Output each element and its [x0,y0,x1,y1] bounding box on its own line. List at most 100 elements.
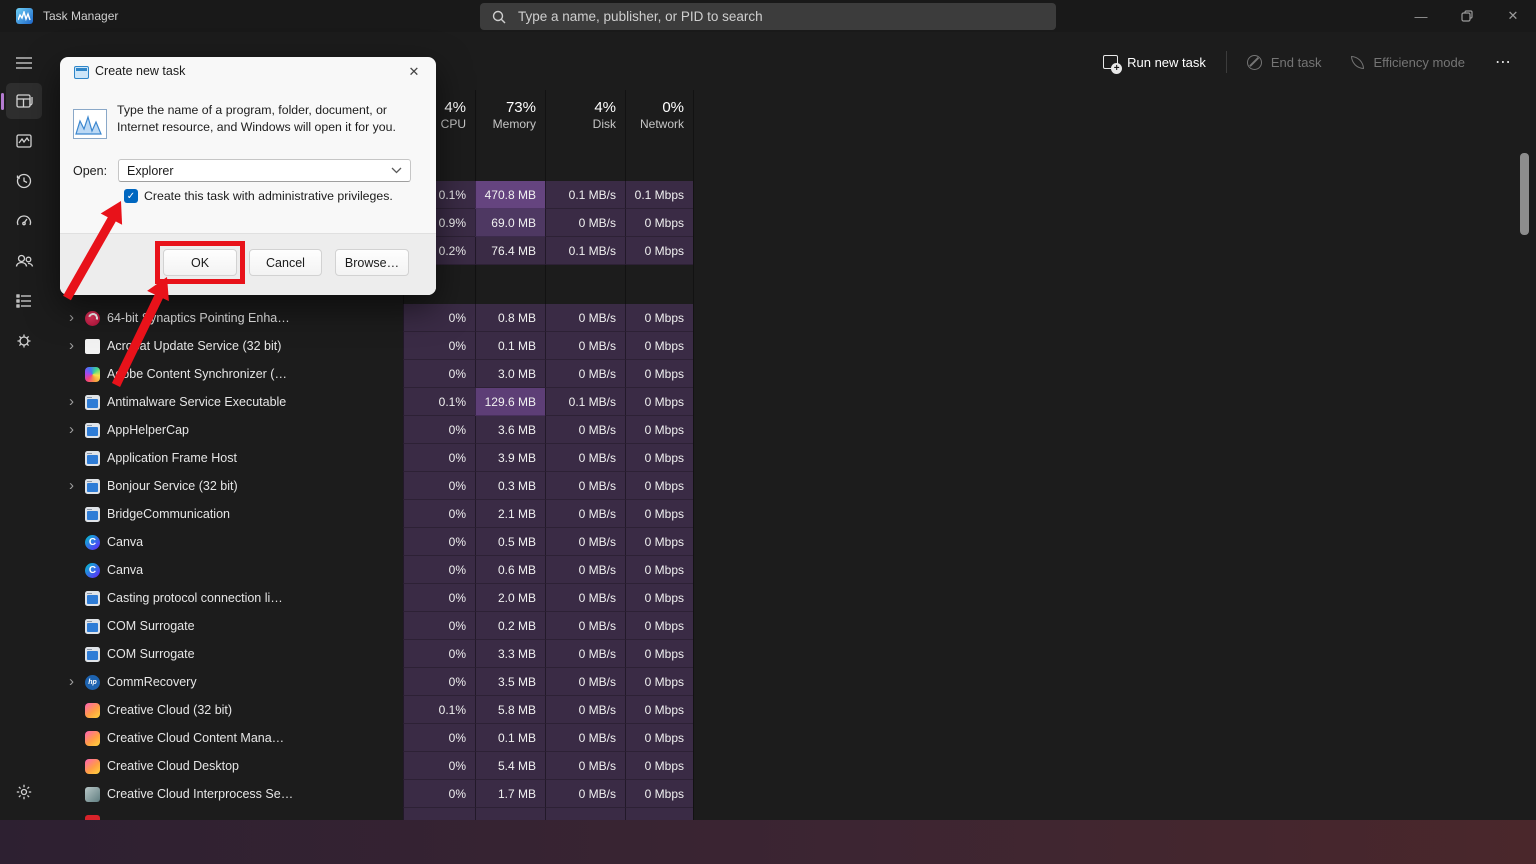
processes-icon [15,92,33,110]
canva-app-icon [85,563,100,578]
open-combobox[interactable]: Explorer [118,159,411,182]
process-name: Canva [107,535,143,549]
run-new-task-icon [1103,55,1118,69]
column-divider [693,90,694,820]
expand-chevron-icon[interactable]: › [65,332,78,360]
scrollbar-thumb[interactable] [1520,153,1529,235]
efficiency-mode-button[interactable]: Efficiency mode [1341,50,1475,75]
process-name: Creative Cloud Interprocess Se… [107,787,293,801]
expand-chevron-icon[interactable]: › [65,472,78,500]
mem-cell: 129.6 MB [475,388,545,416]
table-row[interactable]: ›AppHelperCap0%3.6 MB0 MB/s0 Mbps [60,416,693,444]
expand-chevron-icon[interactable]: › [65,416,78,444]
mem-cell: 0.6 MB [475,556,545,584]
net-cell: 0 Mbps [625,444,693,472]
dialog-window-icon [74,66,89,79]
minimize-button[interactable]: — [1398,0,1444,32]
net-cell: 0 Mbps [625,304,693,332]
window-app-icon [85,395,100,410]
sidebar-item-processes[interactable] [6,83,42,119]
disk-cell: 0 MB/s [545,612,625,640]
mem-cell: 3.3 MB [475,640,545,668]
menu-button[interactable] [6,45,42,81]
dialog-close-button[interactable]: ✕ [402,61,426,83]
mem-cell: 2.1 MB [475,500,545,528]
gear-icon [15,783,33,801]
column-header-network[interactable]: 0%Network [625,90,693,140]
more-options-button[interactable]: ⋯ [1485,47,1522,77]
net-cell: 0 Mbps [625,388,693,416]
cc-app-icon [85,759,100,774]
admin-privileges-label: Create this task with administrative pri… [144,189,393,203]
disk-cell: 0 MB/s [545,696,625,724]
table-row[interactable]: Creative Cloud Desktop0%5.4 MB0 MB/s0 Mb… [60,752,693,780]
process-name: COM Surrogate [107,619,195,633]
net-cell: 0 Mbps [625,472,693,500]
table-row[interactable] [60,808,693,820]
disk-cell: 0 MB/s [545,360,625,388]
table-row[interactable]: ›Bonjour Service (32 bit)0%0.3 MB0 MB/s0… [60,472,693,500]
cpu-cell: 0% [403,444,475,472]
settings-button[interactable] [6,774,42,810]
cpu-cell: 0% [403,304,475,332]
table-row[interactable]: Casting protocol connection li…0%2.0 MB0… [60,584,693,612]
expand-chevron-icon[interactable]: › [65,388,78,416]
run-new-task-button[interactable]: Run new task [1093,50,1216,75]
cpu-cell: 0% [403,528,475,556]
process-name: COM Surrogate [107,647,195,661]
window-app-icon [85,507,100,522]
table-row[interactable]: Creative Cloud (32 bit)0.1%5.8 MB0 MB/s0… [60,696,693,724]
details-icon [15,293,33,309]
table-row[interactable]: COM Surrogate0%0.2 MB0 MB/s0 Mbps [60,612,693,640]
table-row[interactable]: Canva0%0.6 MB0 MB/s0 Mbps [60,556,693,584]
sidebar-item-startup-apps[interactable] [6,203,42,239]
mem-cell: 76.4 MB [475,237,545,265]
cpu-cell: 0% [403,360,475,388]
table-row[interactable]: ›CommRecovery0%3.5 MB0 MB/s0 Mbps [60,668,693,696]
table-row[interactable]: ›Acrobat Update Service (32 bit)0%0.1 MB… [60,332,693,360]
net-cell: 0 Mbps [625,360,693,388]
cpu-cell: 0.1% [403,388,475,416]
net-cell: 0 Mbps [625,237,693,265]
search-input[interactable] [518,9,1044,24]
window-app-icon [85,451,100,466]
sidebar-item-services[interactable] [6,323,42,359]
table-row[interactable]: Creative Cloud Content Mana…0%0.1 MB0 MB… [60,724,693,752]
table-row[interactable]: Canva0%0.5 MB0 MB/s0 Mbps [60,528,693,556]
table-row[interactable]: ›Antimalware Service Executable0.1%129.6… [60,388,693,416]
disk-cell: 0 MB/s [545,668,625,696]
expand-chevron-icon[interactable]: › [65,304,78,332]
cancel-button[interactable]: Cancel [249,249,322,276]
mem-cell [475,808,545,820]
column-header-memory[interactable]: 73%Memory [475,90,545,140]
expand-chevron-icon[interactable]: › [65,668,78,696]
table-row[interactable]: BridgeCommunication0%2.1 MB0 MB/s0 Mbps [60,500,693,528]
table-row[interactable]: Application Frame Host0%3.9 MB0 MB/s0 Mb… [60,444,693,472]
close-button[interactable]: ✕ [1490,0,1536,32]
cpu-cell: 0% [403,640,475,668]
sidebar-item-users[interactable] [6,243,42,279]
table-row[interactable]: Creative Cloud Interprocess Se…0%1.7 MB0… [60,780,693,808]
maximize-button[interactable] [1444,0,1490,32]
table-row[interactable]: Adobe Content Synchronizer (…0%3.0 MB0 M… [60,360,693,388]
cpu-cell: 0% [403,724,475,752]
command-bar: Run new task End task Efficiency mode ⋯ [1093,47,1522,77]
table-row[interactable]: COM Surrogate0%3.3 MB0 MB/s0 Mbps [60,640,693,668]
end-task-button[interactable]: End task [1237,50,1332,75]
sidebar-item-details[interactable] [6,283,42,319]
column-header-disk[interactable]: 4%Disk [545,90,625,140]
leaf-icon [1351,56,1364,69]
disk-cell: 0 MB/s [545,304,625,332]
net-cell: 0 Mbps [625,584,693,612]
net-cell: 0 Mbps [625,668,693,696]
table-row[interactable]: ›64-bit Synaptics Pointing Enha…0%0.8 MB… [60,304,693,332]
sidebar-item-app-history[interactable] [6,163,42,199]
sidebar-item-performance[interactable] [6,123,42,159]
net-cell: 0 Mbps [625,500,693,528]
browse-button[interactable]: Browse… [335,249,409,276]
disk-cell: 0 MB/s [545,332,625,360]
startup-apps-icon [15,212,33,230]
cpu-cell: 0% [403,584,475,612]
search-bar[interactable] [480,3,1056,30]
admin-privileges-checkbox[interactable]: ✓ [124,189,138,203]
